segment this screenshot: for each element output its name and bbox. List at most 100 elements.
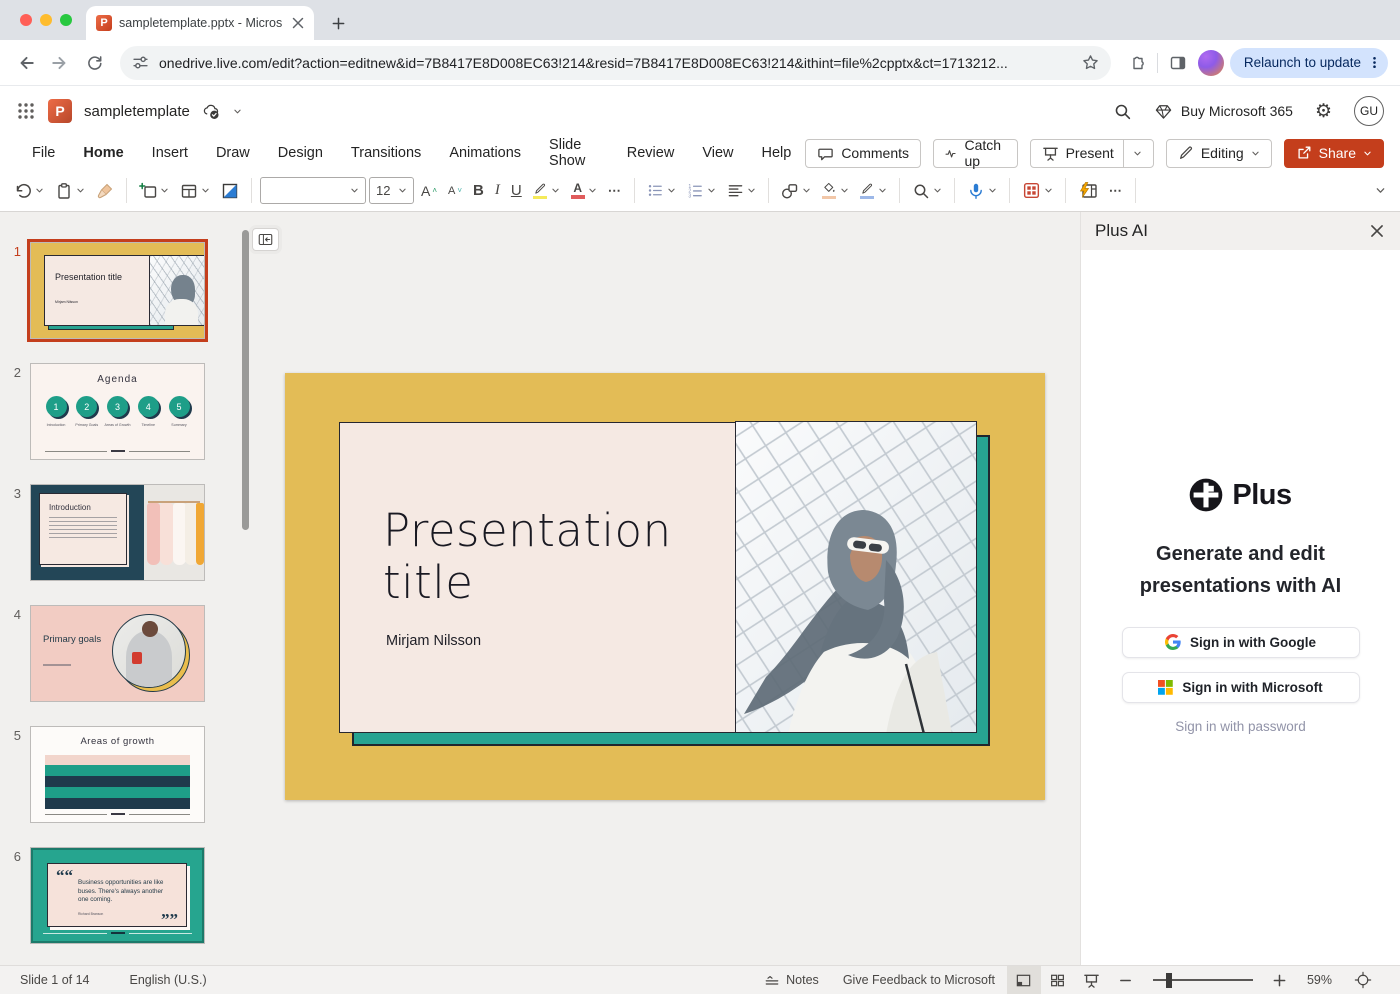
- numbering-button[interactable]: [683, 176, 720, 206]
- minimize-window-button[interactable]: [40, 14, 52, 26]
- url-text[interactable]: onedrive.live.com/edit?action=editnew&id…: [159, 55, 1072, 71]
- align-text-button[interactable]: [723, 176, 760, 206]
- dictate-button[interactable]: [963, 176, 1001, 206]
- file-menu-chevron-icon[interactable]: [233, 107, 242, 116]
- slide-thumbnail-6[interactable]: ““ Business opportunities are like buses…: [30, 847, 205, 944]
- slide-sorter-view-button[interactable]: [1041, 966, 1075, 994]
- tab-help[interactable]: Help: [747, 145, 805, 161]
- buy-microsoft-365-button[interactable]: Buy Microsoft 365: [1154, 102, 1293, 121]
- tab-review[interactable]: Review: [613, 145, 689, 161]
- zoom-level[interactable]: 59%: [1297, 973, 1346, 987]
- slide-editor[interactable]: Presentation title Mirjam Nilsson: [285, 373, 1045, 800]
- editing-mode-button[interactable]: Editing: [1166, 139, 1272, 168]
- new-tab-button[interactable]: [324, 9, 352, 37]
- bookmark-star-icon[interactable]: [1082, 54, 1099, 71]
- slide-thumbnail-2[interactable]: Agenda 1Introduction 2Primary Goals 3Are…: [30, 363, 205, 460]
- tab-home[interactable]: Home: [69, 145, 137, 161]
- slide-thumbnail-3[interactable]: Introduction: [30, 484, 205, 581]
- bullets-button[interactable]: [643, 176, 680, 206]
- zoom-slider-thumb[interactable]: [1166, 973, 1172, 988]
- find-button[interactable]: [908, 176, 946, 206]
- sign-in-with-microsoft-button[interactable]: Sign in with Microsoft: [1122, 672, 1360, 703]
- relaunch-to-update-button[interactable]: Relaunch to update: [1230, 48, 1388, 78]
- new-slide-button[interactable]: [135, 176, 173, 206]
- font-size-select[interactable]: 12: [369, 177, 414, 204]
- site-settings-icon[interactable]: [132, 54, 149, 71]
- format-painter-button[interactable]: [92, 176, 118, 206]
- fit-to-window-button[interactable]: [1346, 966, 1380, 994]
- tab-transitions[interactable]: Transitions: [337, 145, 435, 161]
- tab-animations[interactable]: Animations: [435, 145, 535, 161]
- reload-button[interactable]: [80, 49, 108, 77]
- settings-gear-icon[interactable]: ⚙: [1315, 102, 1332, 121]
- theme-colors-button[interactable]: [217, 176, 243, 206]
- comments-button[interactable]: Comments: [805, 139, 921, 168]
- slide-title-text[interactable]: Presentation title: [383, 505, 723, 609]
- zoom-in-button[interactable]: [1263, 966, 1297, 994]
- slide-thumbnail-1[interactable]: Presentation title Mirjam Nilsson: [30, 242, 205, 339]
- close-panel-icon[interactable]: [1368, 222, 1386, 240]
- app-launcher-waffle-icon[interactable]: [16, 101, 36, 121]
- bold-button[interactable]: B: [469, 176, 488, 206]
- browser-menu-kebab-icon[interactable]: [1367, 55, 1382, 70]
- ribbon-collapse-button[interactable]: [1371, 176, 1390, 206]
- account-avatar[interactable]: GU: [1354, 96, 1384, 126]
- give-feedback-link[interactable]: Give Feedback to Microsoft: [831, 966, 1007, 994]
- tab-design[interactable]: Design: [264, 145, 337, 161]
- tab-close-icon[interactable]: [290, 15, 306, 31]
- notes-button[interactable]: Notes: [752, 966, 831, 994]
- normal-view-button[interactable]: [1007, 966, 1041, 994]
- layout-button[interactable]: [176, 176, 214, 206]
- text-highlight-button[interactable]: [529, 176, 564, 206]
- extensions-icon[interactable]: [1123, 49, 1151, 77]
- thumbnail-scrollbar[interactable]: [242, 230, 249, 530]
- grow-font-button[interactable]: A˄: [417, 176, 441, 206]
- saved-to-cloud-icon[interactable]: [202, 102, 221, 121]
- file-name[interactable]: sampletemplate: [84, 103, 190, 120]
- underline-button[interactable]: U: [507, 176, 526, 206]
- sign-in-with-google-button[interactable]: Sign in with Google: [1122, 627, 1360, 658]
- present-button[interactable]: Present: [1030, 139, 1154, 168]
- powerpoint-logo-icon[interactable]: P: [48, 99, 72, 123]
- browser-tab[interactable]: P sampletemplate.pptx - Micros: [86, 6, 314, 40]
- slide-thumbnail-4[interactable]: Primary goals: [30, 605, 205, 702]
- slide-thumbnail-5[interactable]: Areas of growth: [30, 726, 205, 823]
- shrink-font-button[interactable]: A˅: [444, 176, 466, 206]
- tab-draw[interactable]: Draw: [202, 145, 264, 161]
- back-button[interactable]: [12, 49, 40, 77]
- quick-actions-button[interactable]: [1074, 176, 1102, 206]
- font-family-select[interactable]: [260, 177, 366, 204]
- paste-button[interactable]: [51, 176, 89, 206]
- font-color-button[interactable]: A: [567, 176, 601, 206]
- shapes-button[interactable]: [777, 176, 815, 206]
- tab-file[interactable]: File: [18, 145, 69, 161]
- catch-up-button[interactable]: Catch up: [933, 139, 1018, 168]
- macos-window-controls[interactable]: [0, 0, 86, 40]
- zoom-slider[interactable]: [1153, 979, 1253, 981]
- share-button[interactable]: Share: [1284, 139, 1384, 168]
- more-font-options-button[interactable]: ⋯: [604, 176, 626, 206]
- present-dropdown[interactable]: [1123, 140, 1142, 167]
- zoom-out-button[interactable]: [1109, 966, 1143, 994]
- tab-insert[interactable]: Insert: [138, 145, 202, 161]
- search-icon[interactable]: [1113, 102, 1132, 121]
- maximize-window-button[interactable]: [60, 14, 72, 26]
- language-status[interactable]: English (U.S.): [130, 973, 207, 987]
- shape-outline-button[interactable]: [856, 176, 891, 206]
- browser-profile-avatar[interactable]: [1198, 50, 1224, 76]
- tab-slide-show[interactable]: Slide Show: [535, 137, 613, 169]
- close-window-button[interactable]: [20, 14, 32, 26]
- sign-in-with-password-link[interactable]: Sign in with password: [1175, 719, 1306, 734]
- shape-fill-button[interactable]: [818, 176, 853, 206]
- tab-view[interactable]: View: [688, 145, 747, 161]
- designer-button[interactable]: [1018, 176, 1057, 206]
- more-commands-button[interactable]: ⋯: [1105, 176, 1127, 206]
- url-bar[interactable]: onedrive.live.com/edit?action=editnew&id…: [120, 46, 1111, 80]
- slide-photo[interactable]: [735, 421, 977, 733]
- forward-button[interactable]: [46, 49, 74, 77]
- slide-subtitle-text[interactable]: Mirjam Nilsson: [386, 633, 481, 649]
- slide-count-status[interactable]: Slide 1 of 14: [20, 973, 90, 987]
- slideshow-view-button[interactable]: [1075, 966, 1109, 994]
- italic-button[interactable]: I: [491, 176, 504, 206]
- undo-button[interactable]: [10, 176, 48, 206]
